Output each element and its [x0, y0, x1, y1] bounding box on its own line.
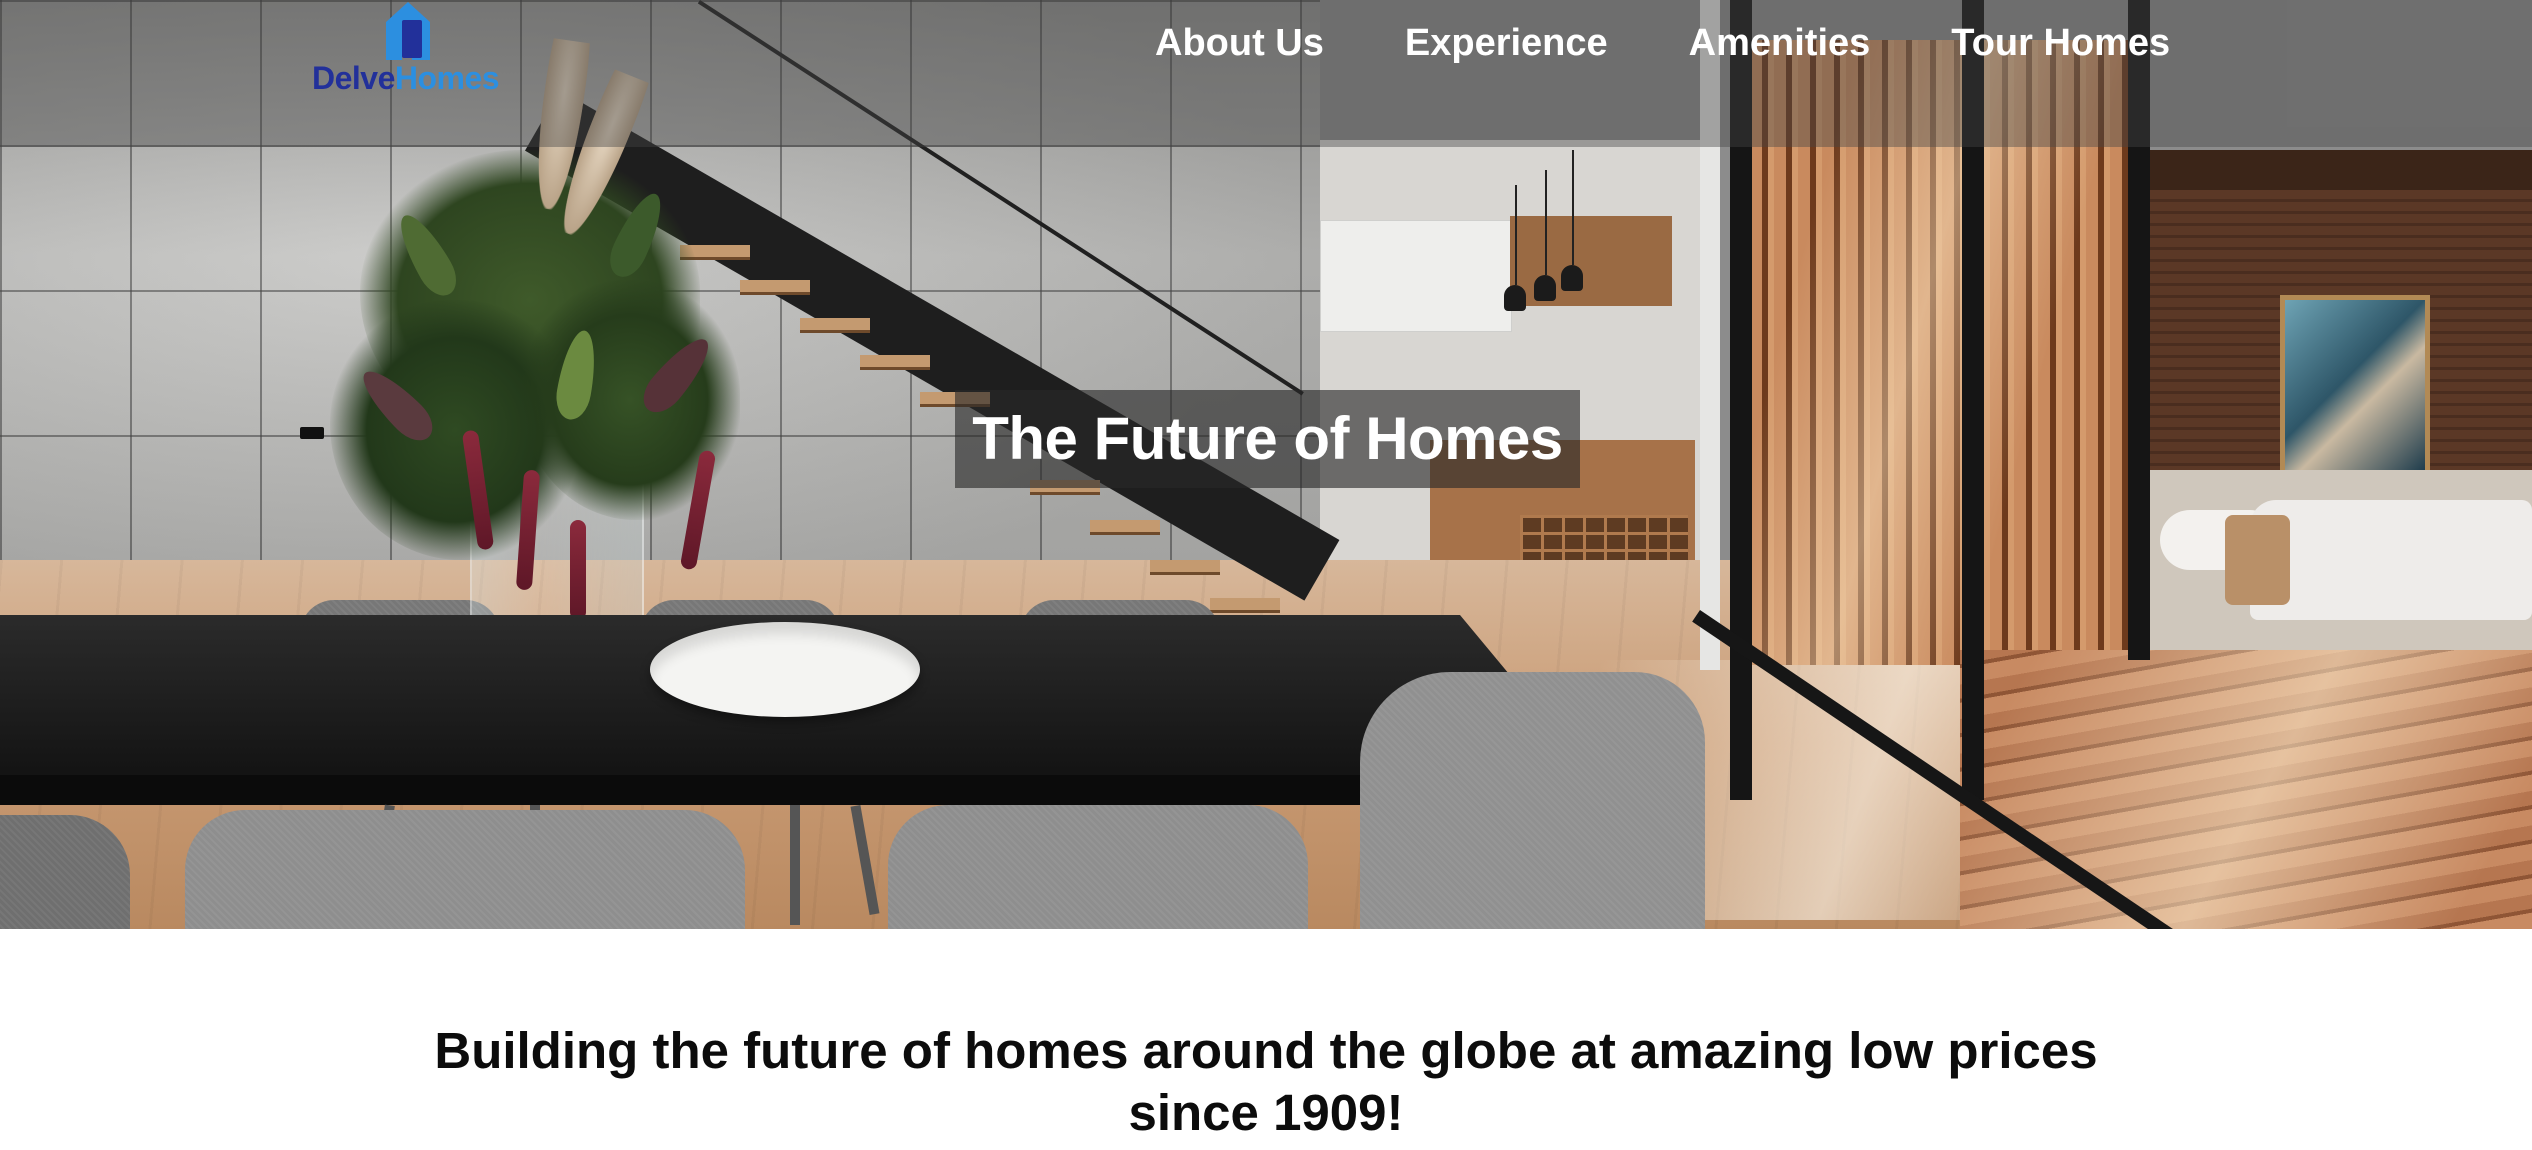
white-bowl: [650, 622, 920, 717]
top-nav-bar: DelveHomes About Us Experience Amenities…: [0, 0, 2532, 147]
hero-title: The Future of Homes: [972, 405, 1563, 472]
wall-painting: [2280, 295, 2430, 475]
nav-link-experience[interactable]: Experience: [1405, 22, 1608, 65]
brand-logo[interactable]: DelveHomes: [310, 0, 520, 100]
brand-name-delve: Delve: [312, 60, 395, 96]
chair: [1360, 672, 1705, 929]
hero-section: DelveHomes About Us Experience Amenities…: [0, 0, 2532, 929]
tagline-heading: Building the future of homes around the …: [434, 1022, 2098, 1141]
nav-links: About Us Experience Amenities Tour Homes: [1155, 22, 2170, 65]
nav-link-about-us[interactable]: About Us: [1155, 22, 1324, 65]
chair: [888, 805, 1308, 929]
door-handle: [300, 427, 324, 439]
nav-link-tour-homes[interactable]: Tour Homes: [1951, 22, 2170, 65]
chair: [185, 810, 745, 929]
sofa: [2250, 500, 2532, 620]
brand-name-homes: Homes: [394, 60, 500, 96]
hero-title-box: The Future of Homes: [955, 390, 1580, 488]
nav-link-amenities[interactable]: Amenities: [1689, 22, 1871, 65]
house-logo-icon: [386, 2, 430, 60]
